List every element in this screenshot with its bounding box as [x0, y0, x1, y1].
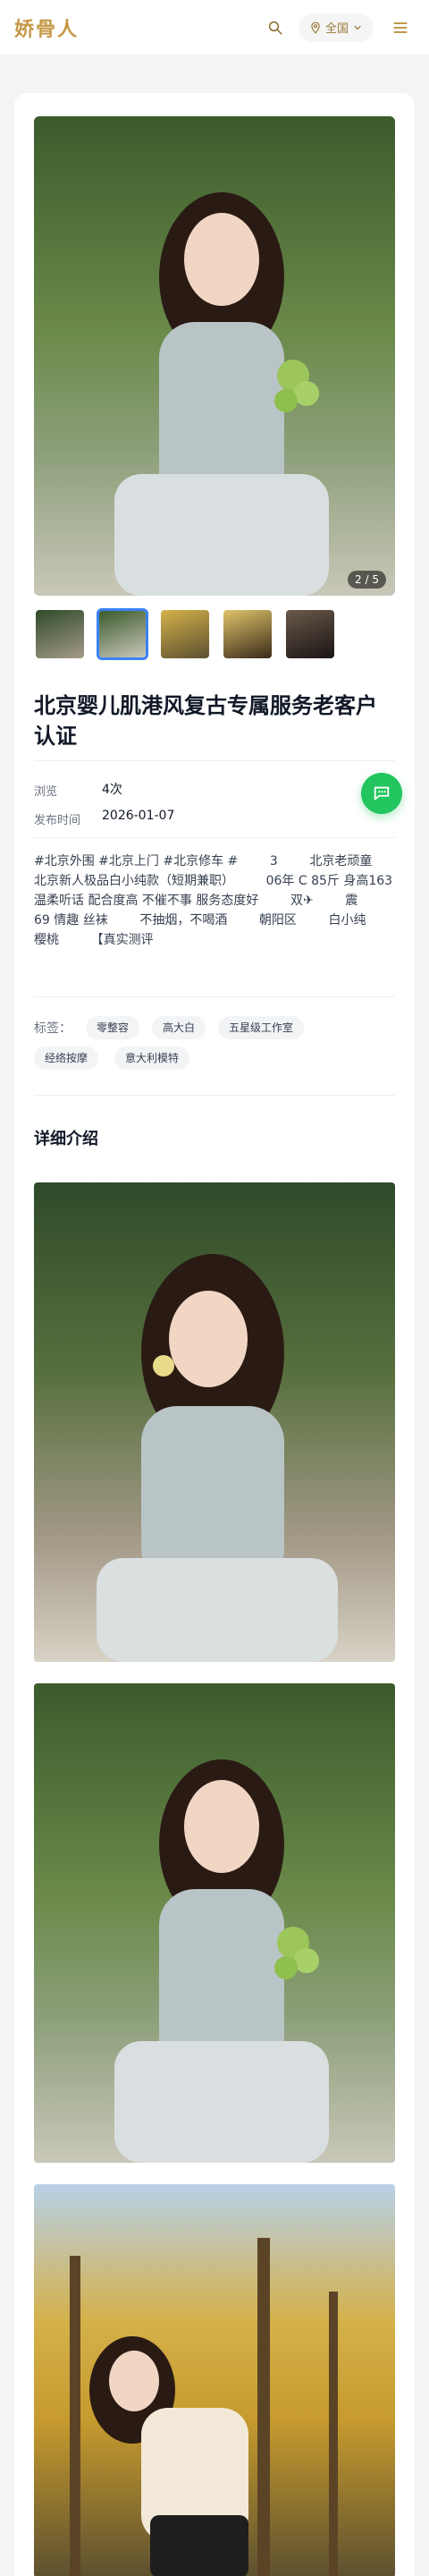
post-card: 2 / 5 北京婴儿肌港风复古专属服务老客户认证 浏览 4次 发布时间 2026…: [14, 93, 415, 2576]
tag-item[interactable]: 意大利模特: [114, 1046, 190, 1070]
gallery-pager: 2 / 5: [348, 571, 386, 589]
menu-button[interactable]: [386, 13, 415, 42]
date-value: 2026-01-07: [102, 809, 175, 823]
search-icon: [268, 21, 282, 34]
chat-button[interactable]: [361, 773, 402, 814]
top-header: 娇骨人 全国: [0, 0, 429, 55]
post-title: 北京婴儿肌港风复古专属服务老客户认证: [34, 693, 377, 749]
tag-item[interactable]: 零整容: [86, 1016, 140, 1039]
portrait-photo: [114, 192, 329, 596]
tags-divider: [34, 1095, 395, 1096]
chevron-down-icon: [354, 25, 361, 30]
detail-image-3[interactable]: [34, 2184, 395, 2576]
views-label: 浏览: [34, 785, 58, 799]
thumbnail-1[interactable]: [34, 608, 86, 660]
thumbnail-2[interactable]: [97, 608, 148, 660]
thumbnail-5[interactable]: [284, 608, 336, 660]
tags-label: 标签：: [34, 1021, 72, 1036]
tag-item[interactable]: 高大白: [152, 1016, 206, 1039]
region-label: 全国: [324, 22, 349, 36]
header-actions: 全国: [261, 13, 415, 42]
hamburger-menu-icon: [393, 21, 408, 33]
date-label: 发布时间: [34, 814, 81, 827]
portrait-photo: [114, 1759, 329, 2163]
desc-divider: [34, 996, 395, 997]
tag-item[interactable]: 经络按摩: [34, 1046, 99, 1070]
detail-image-2[interactable]: [34, 1683, 395, 2163]
title-divider: [34, 760, 395, 761]
site-logo[interactable]: 娇骨人: [14, 13, 79, 42]
tag-item[interactable]: 五星级工作室: [218, 1016, 305, 1039]
meta-divider: [34, 837, 395, 838]
thumbnail-3[interactable]: [159, 608, 211, 660]
autumn-photo: [70, 2238, 338, 2576]
main-gallery-image[interactable]: 2 / 5: [34, 116, 395, 596]
portrait-photo: [97, 1254, 338, 1662]
details-section-title: 详细介绍: [34, 1130, 98, 1148]
chat-bubble-icon: [374, 786, 390, 801]
region-selector[interactable]: 全国: [298, 13, 374, 42]
search-button[interactable]: [261, 13, 290, 42]
location-pin-icon: [311, 21, 320, 34]
detail-image-1[interactable]: [34, 1182, 395, 1662]
post-description: #北京外围 #北京上门 #北京修车 # 3 北京老顽童 北京新人极品白小纯款（短…: [34, 854, 425, 947]
views-value: 4次: [102, 783, 122, 797]
thumbnail-strip: [34, 608, 336, 660]
thumbnail-4[interactable]: [222, 608, 273, 660]
